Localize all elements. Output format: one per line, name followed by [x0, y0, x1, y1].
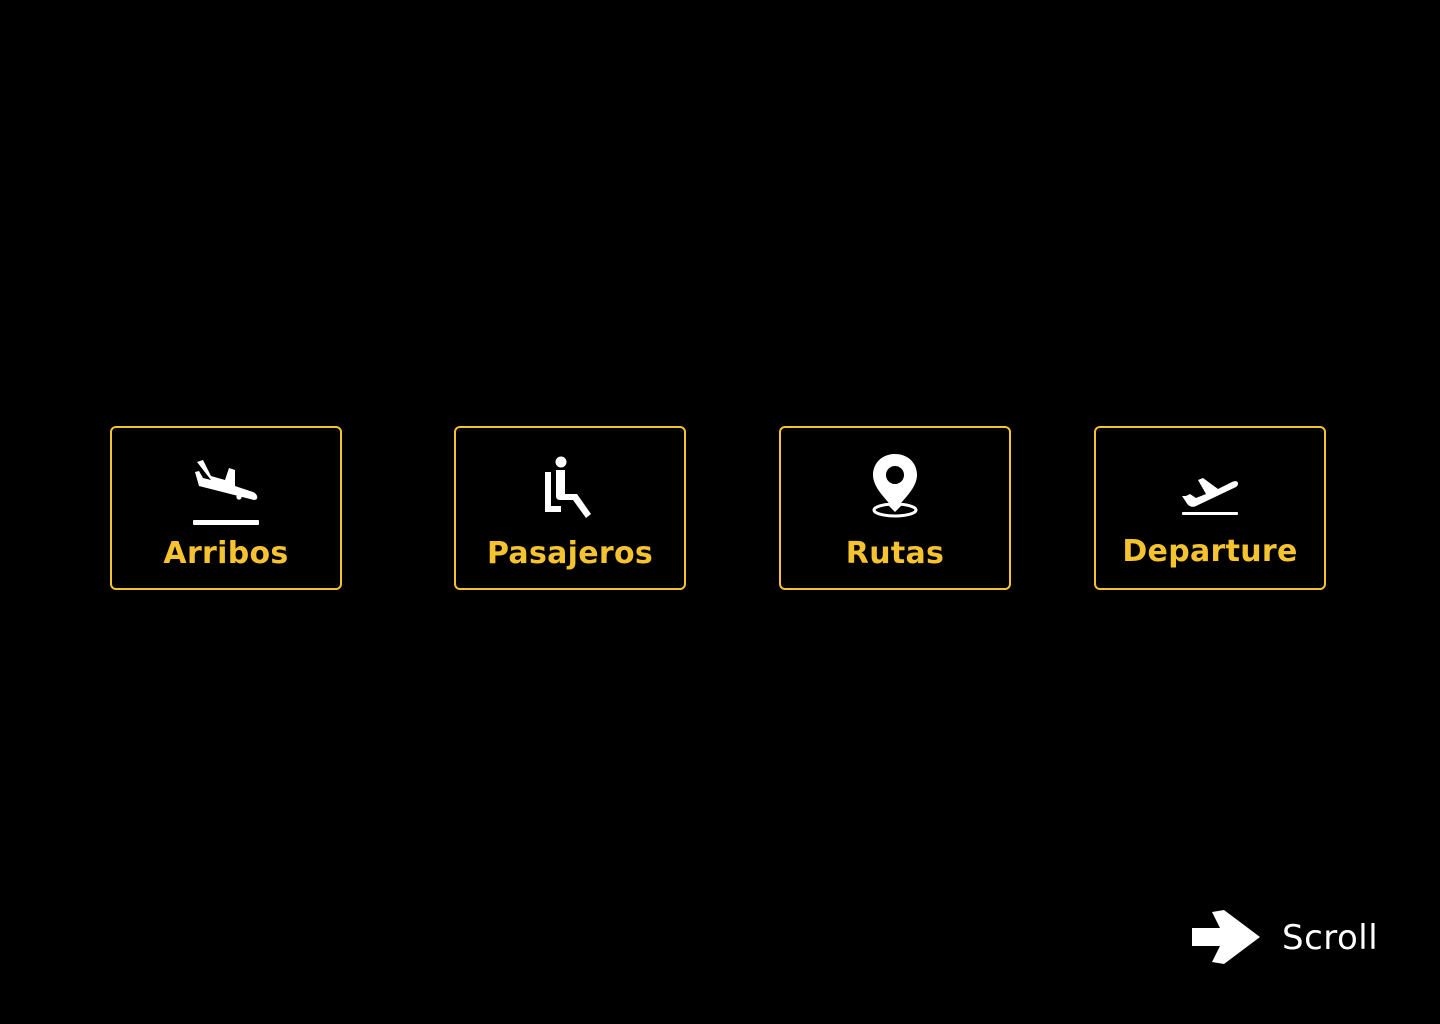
arribos-label: Arribos	[163, 536, 289, 571]
pasajeros-label: Pasajeros	[486, 536, 654, 571]
departure-card[interactable]: Departure	[1094, 426, 1326, 590]
seated-passenger-icon	[545, 456, 591, 518]
scroll-button[interactable]: Scroll	[1192, 906, 1392, 970]
arrow-right-icon	[1192, 910, 1260, 964]
airplane-arrival-icon	[193, 460, 259, 525]
rutas-card[interactable]: Rutas	[779, 426, 1011, 590]
rutas-label: Rutas	[845, 536, 945, 571]
pasajeros-card[interactable]: Pasajeros	[454, 426, 686, 590]
arribos-card[interactable]: Arribos	[110, 426, 342, 590]
map-pin-icon	[872, 454, 918, 518]
scroll-label: Scroll	[1282, 918, 1379, 958]
departure-label: Departure	[1122, 534, 1298, 569]
airplane-departure-icon	[1182, 478, 1239, 515]
